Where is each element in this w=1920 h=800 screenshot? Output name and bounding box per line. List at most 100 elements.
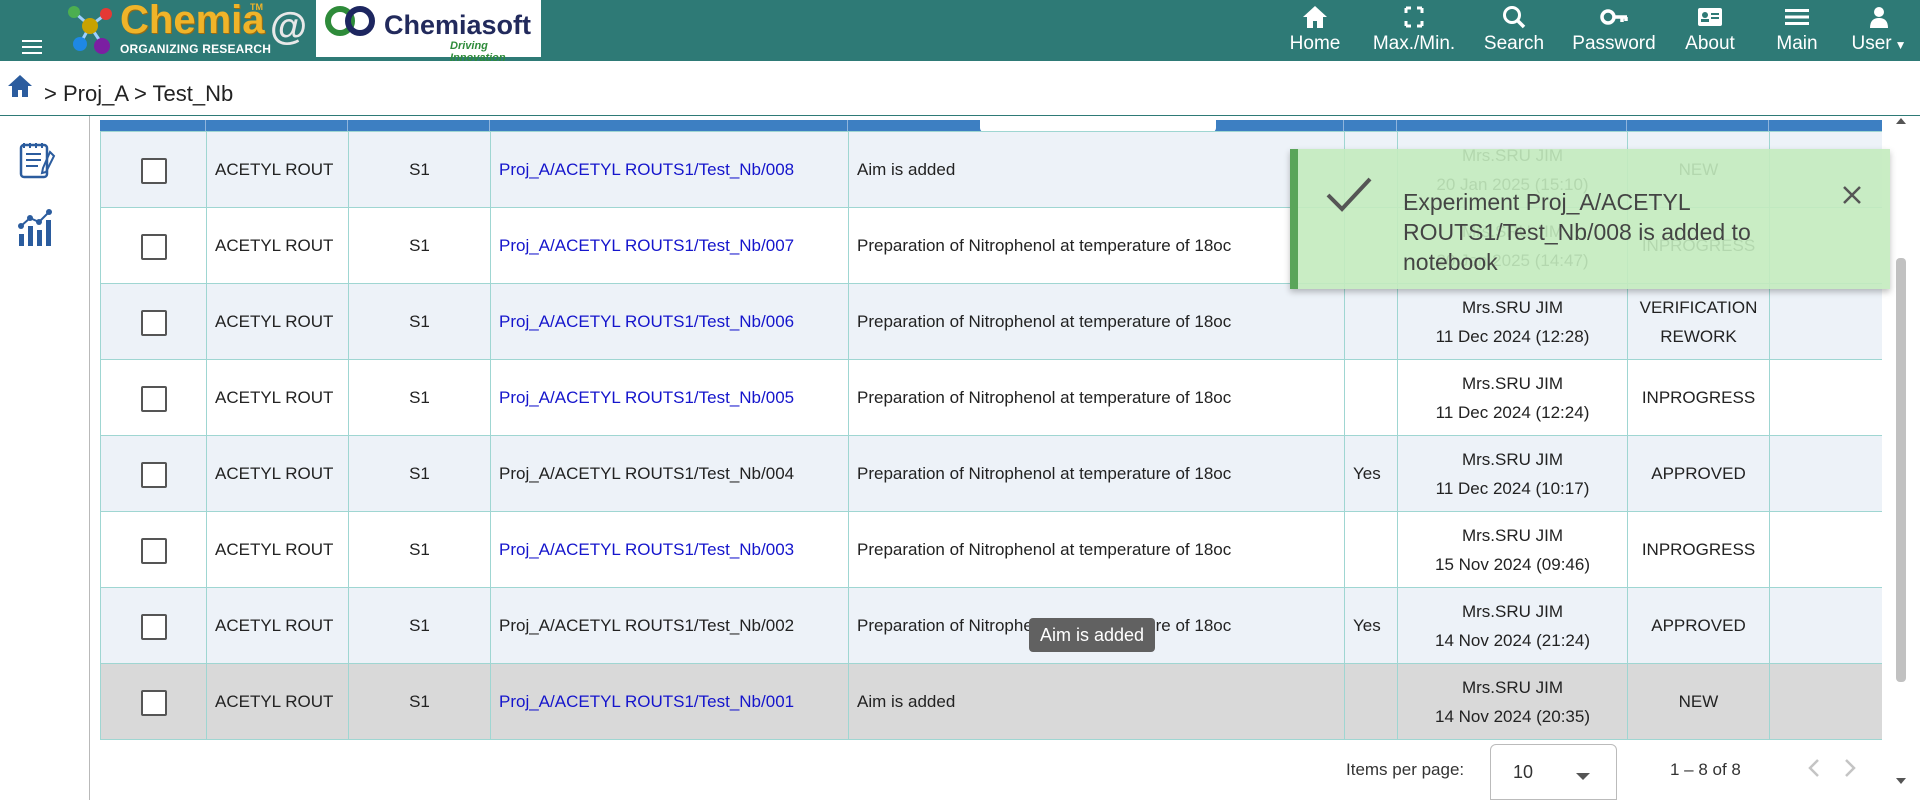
items-per-page-value: 10 [1513, 762, 1534, 782]
experiment-link[interactable]: Proj_A/ACETYL ROUTS1/Test_Nb/001 [499, 692, 794, 711]
notebook-icon[interactable] [16, 140, 58, 182]
table-row[interactable]: ACETYL ROUT S1 Proj_A/ACETYL ROUTS1/Test_N… [100, 359, 1882, 436]
actions-cell [1769, 511, 1882, 588]
row-select-cell [100, 131, 207, 208]
experiment-cell: Proj_A/ACETYL ROUTS1/Test_Nb/005 [490, 359, 849, 436]
nav-maxmin-label: Max./Min. [1372, 33, 1456, 54]
author-date-cell: Mrs.SRU JIM 11 Dec 2024 (12:28) [1397, 283, 1628, 360]
scroll-down-icon[interactable] [1896, 778, 1906, 784]
scroll-up-icon[interactable] [1896, 118, 1906, 124]
nav-main[interactable]: Main [1756, 0, 1838, 61]
molecule-logo-icon [68, 6, 112, 54]
table-row[interactable]: ACETYL ROUT S1 Proj_A/ACETYL ROUTS1/Test_N… [100, 511, 1882, 588]
home-icon[interactable] [6, 73, 34, 99]
logo-at-sign: @ [270, 6, 308, 48]
aim-cell: Preparation of Nitrophenol at temperatur… [848, 511, 1345, 588]
chemiasoft-rings-icon [325, 6, 375, 36]
table-row[interactable]: ACETYL ROUT S1 Proj_A/ACETYL ROUTS1/Test_N… [100, 283, 1882, 360]
table-row[interactable]: ACETYL ROUT S1 Proj_A/ACETYL ROUTS1/Test_N… [100, 587, 1882, 664]
breadcrumb: > Proj_A > Test_Nb [0, 61, 1920, 116]
witnessed-cell: Yes [1344, 435, 1398, 512]
nav-user[interactable]: User ▼ [1838, 0, 1920, 61]
top-app-bar: Chemia TM ORGANIZING RESEARCH @ Chemiaso… [0, 0, 1920, 64]
step-cell: S1 [348, 207, 491, 284]
items-per-page-label: Items per page: [1346, 760, 1465, 779]
nav-search-label: Search [1483, 33, 1545, 54]
breadcrumb-trail: > Proj_A > Test_Nb [44, 81, 233, 107]
step-cell: S1 [348, 663, 491, 740]
previous-page-icon[interactable] [1800, 754, 1828, 782]
row-checkbox[interactable] [140, 385, 167, 412]
items-per-page-select[interactable]: 10 [1490, 744, 1617, 800]
author-date-cell: Mrs.SRU JIM 15 Nov 2024 (09:46) [1397, 511, 1628, 588]
menu-icon [1785, 9, 1809, 25]
nav-home[interactable]: Home [1266, 0, 1364, 61]
experiment-link[interactable]: Proj_A/ACETYL ROUTS1/Test_Nb/006 [499, 312, 794, 331]
created-date: 15 Nov 2024 (09:46) [1435, 554, 1590, 574]
chart-icon[interactable] [16, 208, 58, 250]
nav-search[interactable]: Search [1464, 0, 1564, 61]
row-checkbox[interactable] [140, 461, 167, 488]
next-page-icon[interactable] [1836, 754, 1864, 782]
status-cell: APPROVED [1627, 587, 1770, 664]
aim-cell: Preparation of Nitrophenol at temperatur… [848, 283, 1345, 360]
user-icon [1870, 7, 1888, 28]
row-checkbox[interactable] [140, 233, 167, 260]
breadcrumb-item-project[interactable]: Proj_A [63, 81, 128, 106]
experiment-link[interactable]: Proj_A/ACETYL ROUTS1/Test_Nb/003 [499, 540, 794, 559]
chevron-down-icon [1576, 773, 1590, 780]
author-date-cell: Mrs.SRU JIM 11 Dec 2024 (10:17) [1397, 435, 1628, 512]
aim-cell: Aim is added [848, 663, 1345, 740]
chemiasoft-logo[interactable]: Chemiasoft Driving Innovation [316, 0, 541, 64]
key-icon [1600, 9, 1628, 25]
hamburger-menu-icon[interactable] [22, 40, 42, 56]
experiment-id: Proj_A/ACETYL ROUTS1/Test_Nb/004 [499, 464, 795, 483]
status-cell: VERIFICATION REWORK [1627, 283, 1770, 360]
experiment-cell: Proj_A/ACETYL ROUTS1/Test_Nb/007 [490, 207, 849, 284]
experiment-link[interactable]: Proj_A/ACETYL ROUTS1/Test_Nb/007 [499, 236, 794, 255]
author-date-cell: Mrs.SRU JIM 11 Dec 2024 (12:24) [1397, 359, 1628, 436]
author-name: Mrs.SRU JIM [1461, 677, 1564, 697]
nav-password[interactable]: Password [1564, 0, 1664, 61]
author-name: Mrs.SRU JIM [1461, 297, 1564, 317]
experiment-link[interactable]: Proj_A/ACETYL ROUTS1/Test_Nb/005 [499, 388, 794, 407]
toast-message: Experiment Proj_A/ACETYL ROUTS1/Test_Nb/… [1403, 189, 1751, 275]
step-cell: S1 [348, 435, 491, 512]
paginator: Items per page: 10 1 – 8 of 8 [100, 744, 1882, 800]
row-checkbox[interactable] [140, 537, 167, 564]
nav-maxmin[interactable]: Max./Min. [1364, 0, 1464, 61]
witnessed-cell [1344, 283, 1398, 360]
author-date-cell: Mrs.SRU JIM 14 Nov 2024 (20:35) [1397, 663, 1628, 740]
nav-about[interactable]: About [1664, 0, 1756, 61]
step-cell: S1 [348, 359, 491, 436]
actions-cell [1769, 435, 1882, 512]
experiment-link[interactable]: Proj_A/ACETYL ROUTS1/Test_Nb/008 [499, 160, 794, 179]
table-row[interactable]: ACETYL ROUT S1 Proj_A/ACETYL ROUTS1/Test_N… [100, 435, 1882, 512]
actions-cell [1769, 587, 1882, 664]
row-checkbox[interactable] [140, 309, 167, 336]
actions-cell [1769, 663, 1882, 740]
route-cell: ACETYL ROUT [206, 283, 349, 360]
step-cell: S1 [348, 587, 491, 664]
nav-home-label: Home [1289, 33, 1341, 54]
close-icon[interactable] [1840, 183, 1864, 207]
created-date: 11 Dec 2024 (10:17) [1435, 478, 1590, 498]
logo-wordmark: Chemia [120, 0, 265, 42]
experiment-cell: Proj_A/ACETYL ROUTS1/Test_Nb/001 [490, 663, 849, 740]
row-checkbox[interactable] [140, 157, 167, 184]
breadcrumb-item-notebook[interactable]: Test_Nb [153, 81, 234, 106]
table-row[interactable]: ACETYL ROUT S1 Proj_A/ACETYL ROUTS1/Test_N… [100, 663, 1882, 740]
row-checkbox[interactable] [140, 689, 167, 716]
status-cell: APPROVED [1627, 435, 1770, 512]
witnessed-cell [1344, 359, 1398, 436]
row-select-cell [100, 511, 207, 588]
scrollbar-thumb[interactable] [1896, 258, 1906, 682]
chemia-logo[interactable]: Chemia TM ORGANIZING RESEARCH [62, 0, 272, 56]
author-date-cell: Mrs.SRU JIM 14 Nov 2024 (21:24) [1397, 587, 1628, 664]
row-select-cell [100, 663, 207, 740]
row-checkbox[interactable] [140, 613, 167, 640]
aim-cell: Aim is added [848, 131, 1345, 208]
pagination-range: 1 – 8 of 8 [1670, 760, 1741, 779]
checkmark-icon [1326, 177, 1372, 212]
breadcrumb-separator: > [133, 81, 147, 106]
